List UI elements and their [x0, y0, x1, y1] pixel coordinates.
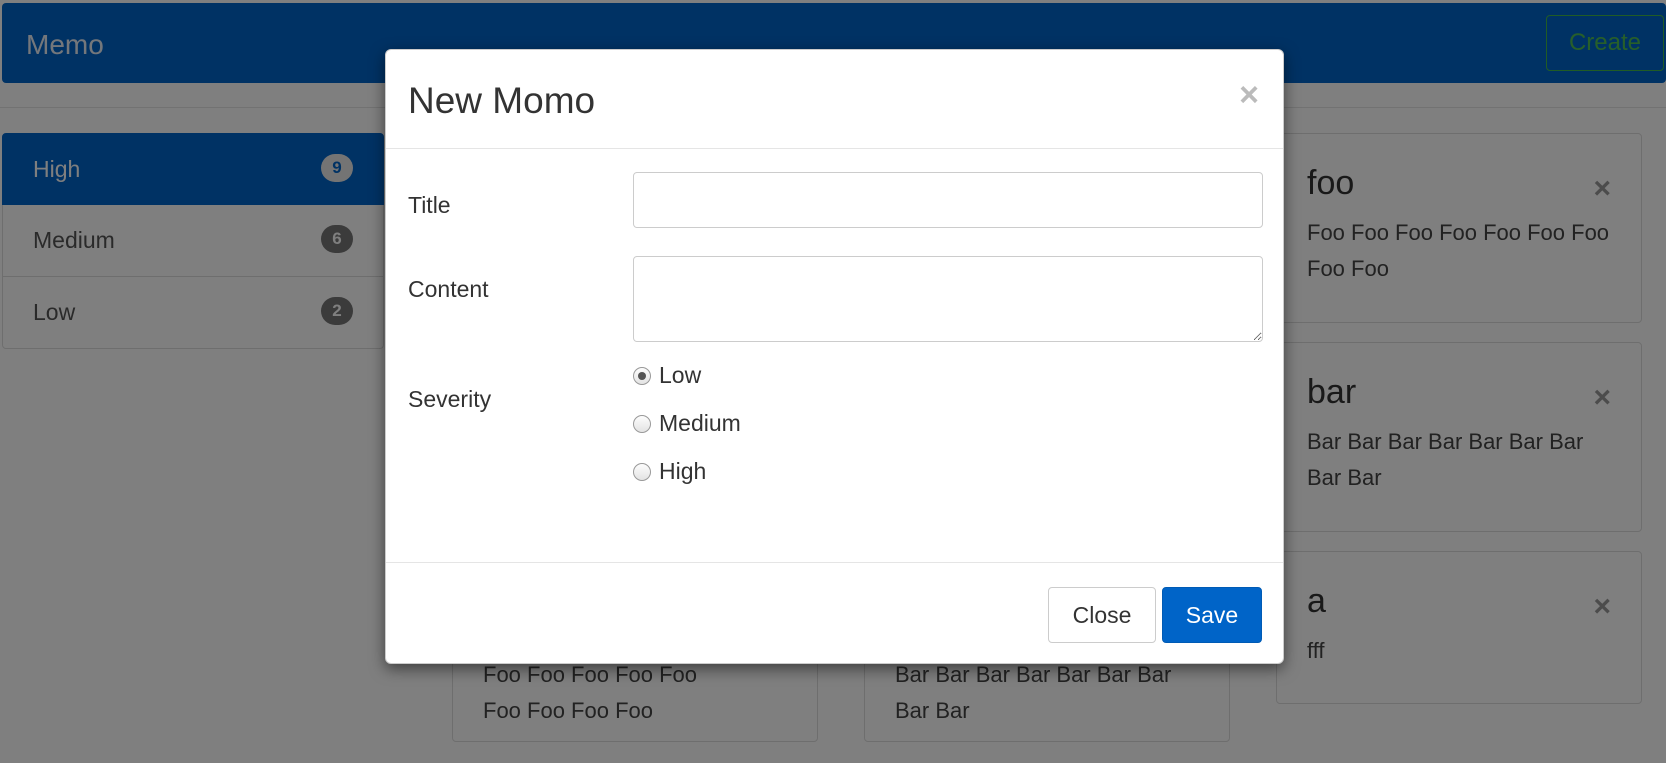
- save-button[interactable]: Save: [1162, 587, 1262, 643]
- close-icon[interactable]: ×: [1239, 78, 1259, 112]
- severity-option-high[interactable]: High: [633, 458, 706, 485]
- content-label: Content: [408, 276, 489, 302]
- severity-label: Severity: [408, 386, 492, 412]
- close-button[interactable]: Close: [1048, 587, 1156, 643]
- new-memo-dialog: New Momo × Title Content Severity Low Me…: [385, 49, 1284, 664]
- radio-label: Medium: [659, 410, 741, 436]
- content-textarea[interactable]: [633, 256, 1263, 342]
- radio-label: High: [659, 458, 707, 484]
- title-input[interactable]: [633, 172, 1263, 228]
- app-page: Memo Create High 9 Medium 6 Low 2 foo Fo…: [0, 0, 1666, 763]
- title-label: Title: [408, 192, 451, 218]
- severity-option-medium[interactable]: Medium: [633, 410, 741, 437]
- severity-option-low[interactable]: Low: [633, 362, 701, 389]
- radio-button[interactable]: [633, 462, 651, 481]
- modal-title: New Momo: [408, 80, 596, 121]
- modal-footer: Close Save: [386, 562, 1283, 664]
- radio-button[interactable]: [633, 414, 651, 433]
- radio-label: Low: [659, 362, 702, 388]
- radio-button[interactable]: [633, 366, 651, 385]
- modal-header: New Momo ×: [386, 50, 1283, 149]
